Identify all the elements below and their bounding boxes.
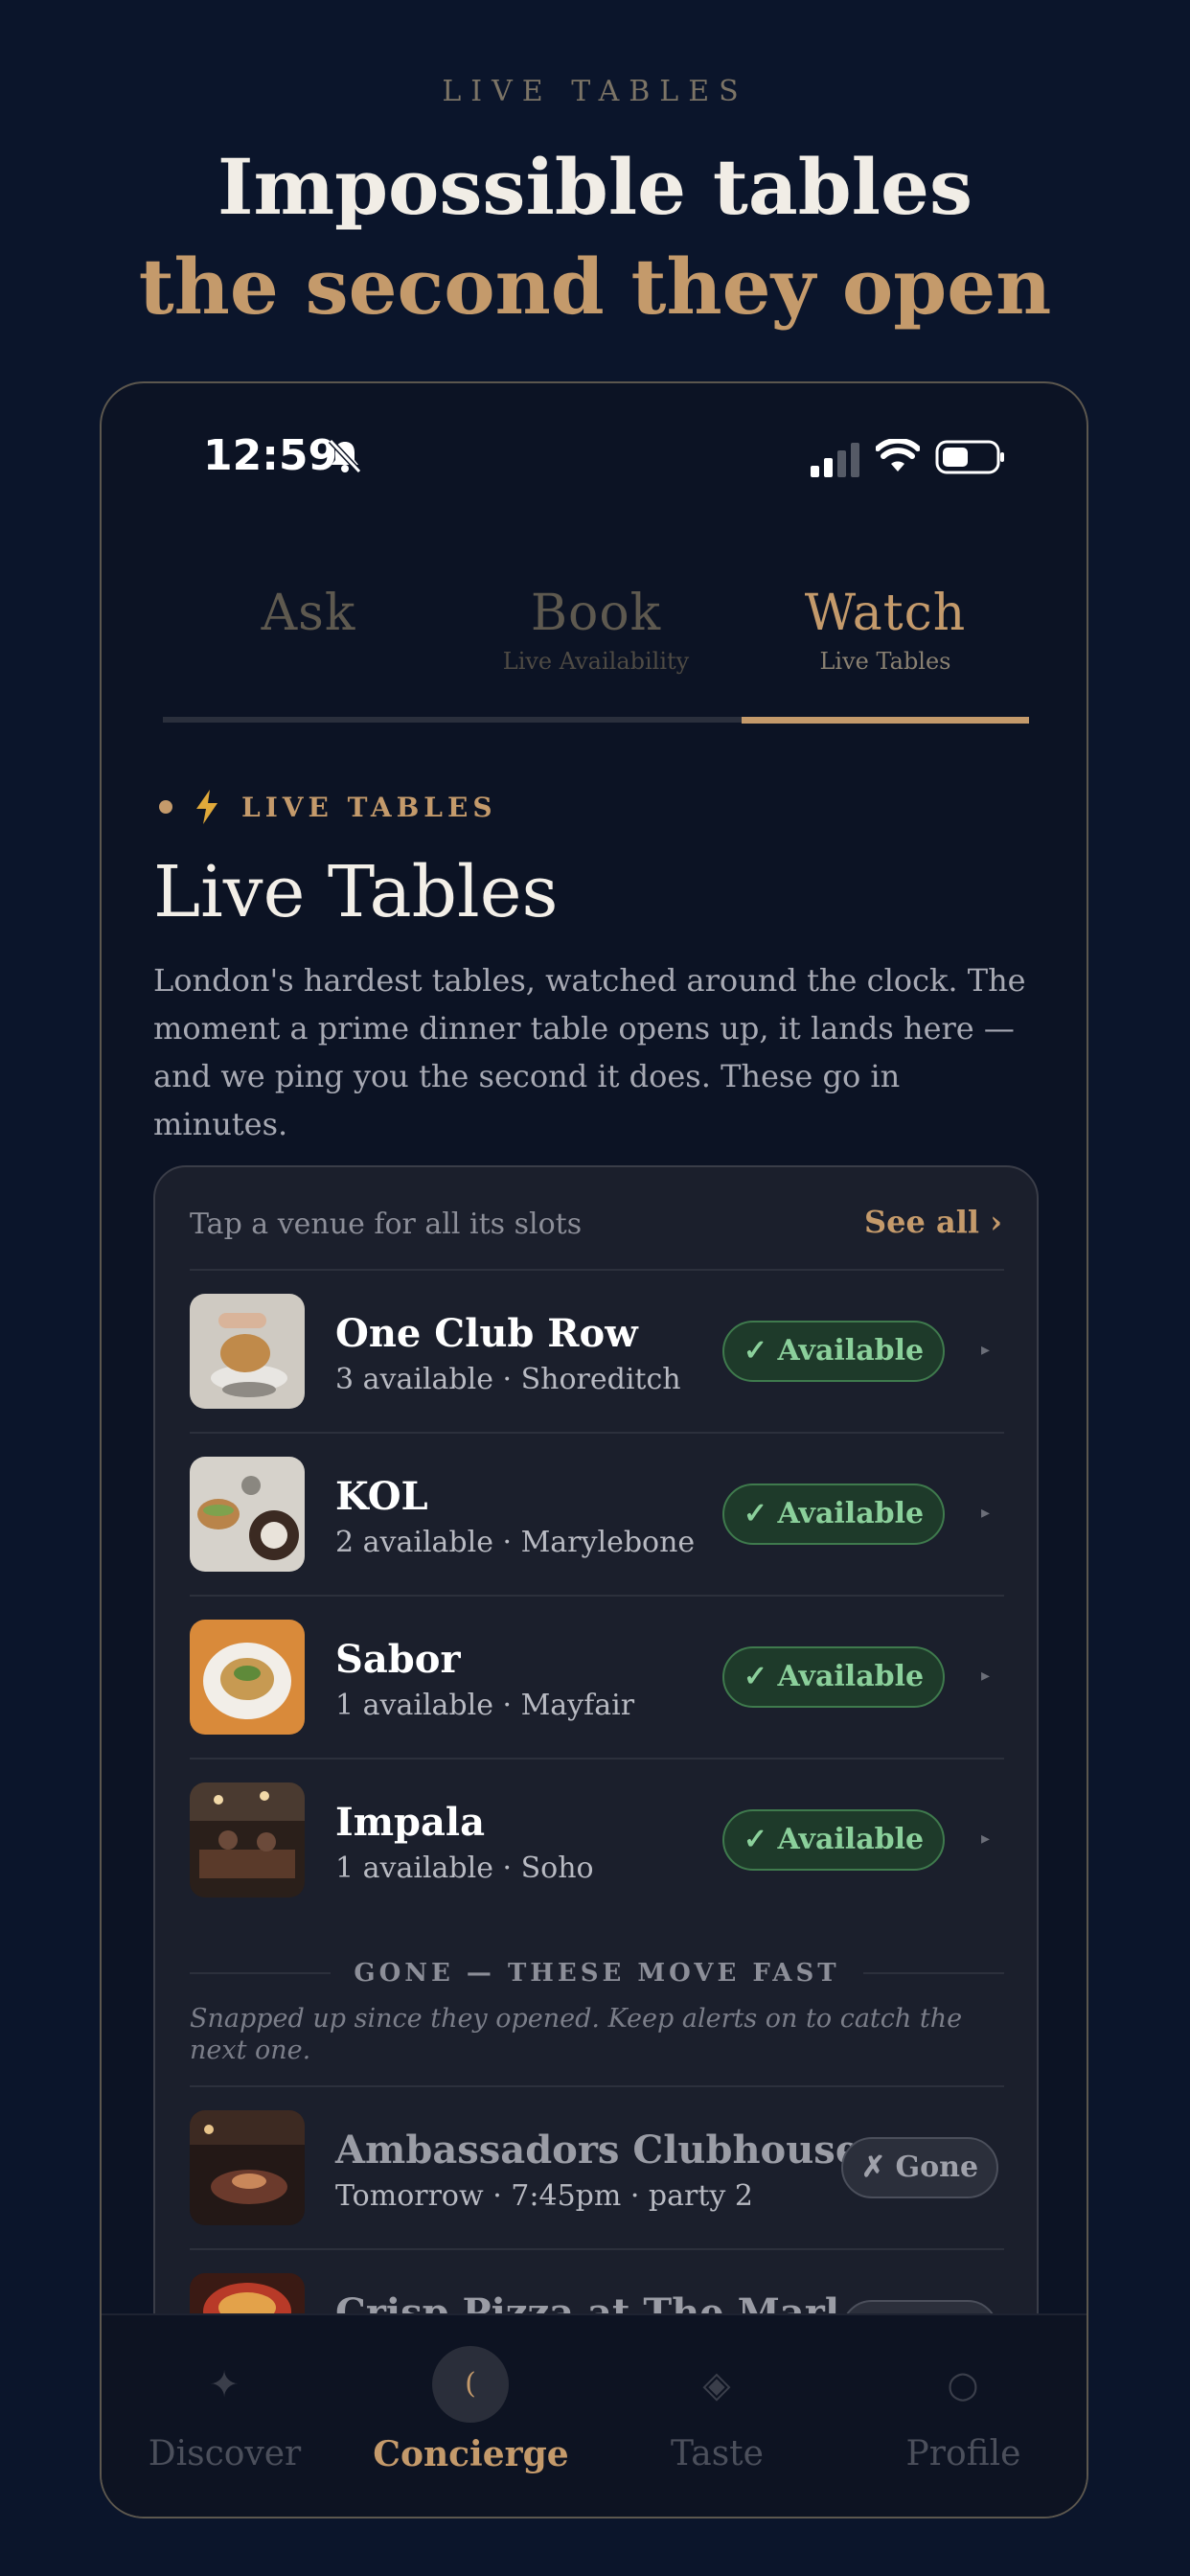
- venue-row-impala[interactable]: Impala 1 available · Soho ✓ Available ▸: [190, 1760, 1004, 1920]
- section-title: Live Tables: [153, 851, 559, 933]
- venue-photo: [190, 1620, 305, 1735]
- tab-book-sub: Live Availability: [502, 648, 690, 675]
- card-hint: Tap a venue for all its slots: [190, 1208, 583, 1241]
- sparkle-icon: ✦: [209, 2363, 240, 2405]
- segment-tabs: Ask Book Live Availability Watch Live Ta…: [163, 585, 1029, 728]
- venue-availability: 1 available · Soho: [335, 1852, 594, 1885]
- bottom-nav: ✦ Discover ( Concierge ◈ Taste ○ Profile: [102, 2313, 1087, 2517]
- chevron-right-icon: ▸: [981, 1503, 991, 1523]
- circle-icon: ○: [947, 2363, 979, 2405]
- tab-active-indicator: [742, 717, 1029, 724]
- available-badge[interactable]: ✓ Available: [722, 1809, 945, 1871]
- hero-subtitle: the second they open: [138, 242, 1052, 332]
- venue-photo: [190, 1782, 305, 1898]
- signal-icon: [811, 443, 859, 477]
- tab-book-label: Book: [530, 585, 662, 642]
- tab-watch-label: Watch: [804, 585, 967, 642]
- available-badge[interactable]: ✓ Available: [722, 1646, 945, 1708]
- venue-name: One Club Row: [335, 1311, 638, 1356]
- status-time: 12:59: [203, 431, 338, 480]
- available-badge[interactable]: ✓ Available: [722, 1321, 945, 1382]
- gone-section-heading: GONE — THESE MOVE FAST: [190, 1959, 1005, 1988]
- venue-availability: 3 available · Shoreditch: [335, 1363, 681, 1396]
- bell-slash-icon: [328, 438, 362, 474]
- gone-note: Snapped up since they opened. Keep alert…: [190, 2004, 963, 2065]
- gone-heading-label: GONE — THESE MOVE FAST: [354, 1959, 840, 1988]
- nav-discover[interactable]: ✦ Discover: [102, 2315, 348, 2517]
- chevron-right-icon: ▸: [981, 1340, 991, 1360]
- nav-profile-label: Profile: [905, 2434, 1021, 2473]
- nav-profile-icon-wrap: ○: [925, 2346, 1001, 2423]
- divider: [862, 1972, 1005, 1974]
- section-eyebrow: LIVE TABLES: [153, 790, 497, 824]
- venue-photo: [190, 1457, 305, 1572]
- diamond-icon: ◈: [702, 2363, 731, 2405]
- hero-title: Impossible tables: [217, 142, 973, 232]
- battery-icon: [935, 440, 1004, 474]
- section-eyebrow-label: LIVE TABLES: [241, 791, 497, 823]
- venue-availability: 2 available · Marylebone: [335, 1526, 696, 1559]
- nav-concierge-label: Concierge: [373, 2434, 569, 2474]
- venue-availability: 1 available · Mayfair: [335, 1689, 635, 1722]
- tab-ask[interactable]: Ask: [165, 585, 452, 648]
- divider: [190, 1972, 332, 1974]
- venue-name: Ambassadors Clubhouse: [335, 2128, 860, 2173]
- chevron-right-icon: ▸: [981, 1828, 991, 1849]
- venue-name: Sabor: [335, 1637, 461, 1682]
- tab-book[interactable]: Book Live Availability: [452, 585, 740, 675]
- tab-watch[interactable]: Watch Live Tables: [742, 585, 1029, 675]
- chevron-right-icon: ▸: [981, 1666, 991, 1686]
- nav-discover-label: Discover: [148, 2434, 302, 2473]
- see-all-link[interactable]: See all ›: [864, 1204, 1002, 1240]
- hero-eyebrow: LIVE TABLES: [442, 75, 748, 108]
- live-dot-icon: [159, 800, 172, 814]
- venue-row-sabor[interactable]: Sabor 1 available · Mayfair ✓ Available …: [190, 1597, 1004, 1758]
- venue-row-ambassadors-clubhouse[interactable]: Ambassadors Clubhouse Tomorrow · 7:45pm …: [190, 2087, 1004, 2248]
- section-description: London's hardest tables, watched around …: [153, 962, 1026, 1142]
- venue-row-one-club-row[interactable]: One Club Row 3 available · Shoreditch ✓ …: [190, 1271, 1004, 1432]
- gone-badge: ✗ Gone: [841, 2137, 998, 2198]
- nav-concierge-icon-wrap: (: [432, 2346, 509, 2423]
- venue-photo: [190, 2110, 305, 2225]
- venue-name: KOL: [335, 1474, 428, 1519]
- tab-ask-label: Ask: [261, 585, 356, 642]
- nav-taste-icon-wrap: ◈: [678, 2346, 755, 2423]
- available-badge[interactable]: ✓ Available: [722, 1484, 945, 1545]
- lightning-icon: [196, 790, 217, 824]
- nav-discover-icon-wrap: ✦: [186, 2346, 263, 2423]
- phone-frame: 12:59 Ask Book Live Availability Watch L: [100, 381, 1088, 2518]
- venue-slot: Tomorrow · 7:45pm · party 2: [335, 2179, 753, 2213]
- moon-icon: (: [465, 2367, 476, 2401]
- nav-taste-label: Taste: [671, 2434, 764, 2473]
- nav-profile[interactable]: ○ Profile: [840, 2315, 1087, 2517]
- nav-concierge[interactable]: ( Concierge: [348, 2315, 594, 2517]
- venue-name: Impala: [335, 1800, 486, 1845]
- nav-taste[interactable]: ◈ Taste: [594, 2315, 840, 2517]
- tab-watch-sub: Live Tables: [819, 648, 951, 675]
- wifi-icon: [876, 439, 920, 472]
- venue-row-kol[interactable]: KOL 2 available · Marylebone ✓ Available…: [190, 1434, 1004, 1595]
- venue-photo: [190, 1294, 305, 1409]
